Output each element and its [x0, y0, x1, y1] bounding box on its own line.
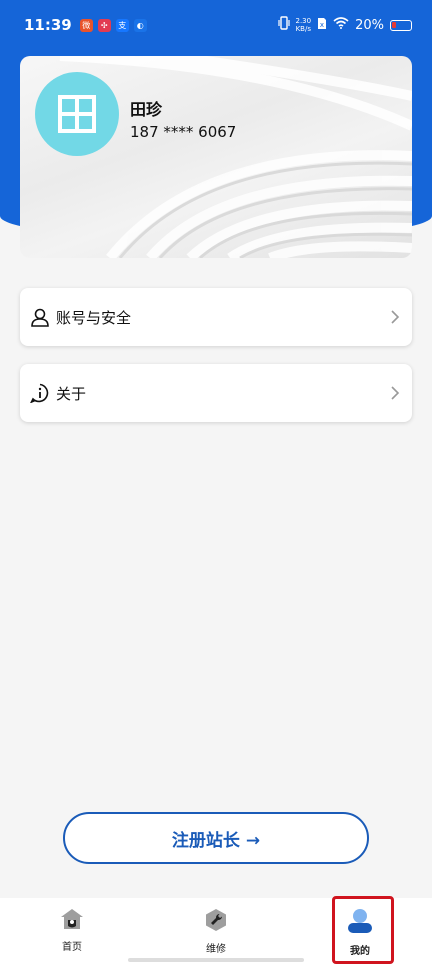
app-badge-1: 微	[79, 18, 93, 32]
tab-bar: 首页 维修 我的	[0, 898, 432, 964]
avatar-placeholder-icon	[58, 95, 96, 133]
register-station-manager-button[interactable]: 注册站长 →	[63, 812, 369, 864]
home-indicator	[128, 958, 304, 962]
menu-item-about[interactable]: 关于	[20, 364, 412, 422]
app-badge-4: ◐	[133, 18, 147, 32]
tab-repair[interactable]: 维修	[144, 898, 288, 964]
tab-mine-label: 我的	[350, 946, 370, 957]
tab-home[interactable]: 首页	[0, 898, 144, 964]
status-bar: 11:39 微 ✣ 支 ◐ 2.30 KB/s x 20%	[0, 0, 432, 50]
app-badge-3: 支	[115, 18, 129, 32]
battery-icon	[390, 19, 412, 31]
chevron-right-icon	[390, 309, 400, 325]
info-circle-icon	[30, 383, 50, 403]
wifi-icon	[333, 17, 349, 33]
svg-text:x: x	[320, 21, 324, 29]
avatar[interactable]	[35, 72, 119, 156]
net-speed: 2.30 KB/s	[296, 17, 312, 33]
tab-mine[interactable]: 我的	[288, 898, 432, 964]
tab-home-label: 首页	[62, 942, 82, 953]
tab-repair-label: 维修	[206, 944, 226, 955]
menu-item-account-security[interactable]: 账号与安全	[20, 288, 412, 346]
profile-icon	[347, 908, 373, 938]
user-outline-icon	[30, 307, 50, 327]
vibrate-icon	[277, 16, 290, 34]
chevron-right-icon	[390, 385, 400, 401]
menu-label-account-security: 账号与安全	[56, 308, 132, 327]
user-name: 田珍	[130, 100, 163, 119]
home-icon	[60, 908, 84, 934]
status-time: 11:39	[24, 16, 72, 34]
net-speed-unit: KB/s	[295, 25, 311, 33]
status-right: 2.30 KB/s x 20%	[277, 16, 412, 34]
wrench-icon	[204, 908, 228, 936]
sim-icon: x	[317, 17, 327, 34]
profile-card[interactable]: 田珍 187 **** 6067	[20, 56, 412, 258]
app-badge-2: ✣	[97, 18, 111, 32]
net-speed-value: 2.30	[295, 17, 312, 25]
battery-percent: 20%	[355, 17, 384, 33]
menu-label-about: 关于	[56, 384, 87, 403]
user-phone: 187 **** 6067	[130, 123, 237, 141]
